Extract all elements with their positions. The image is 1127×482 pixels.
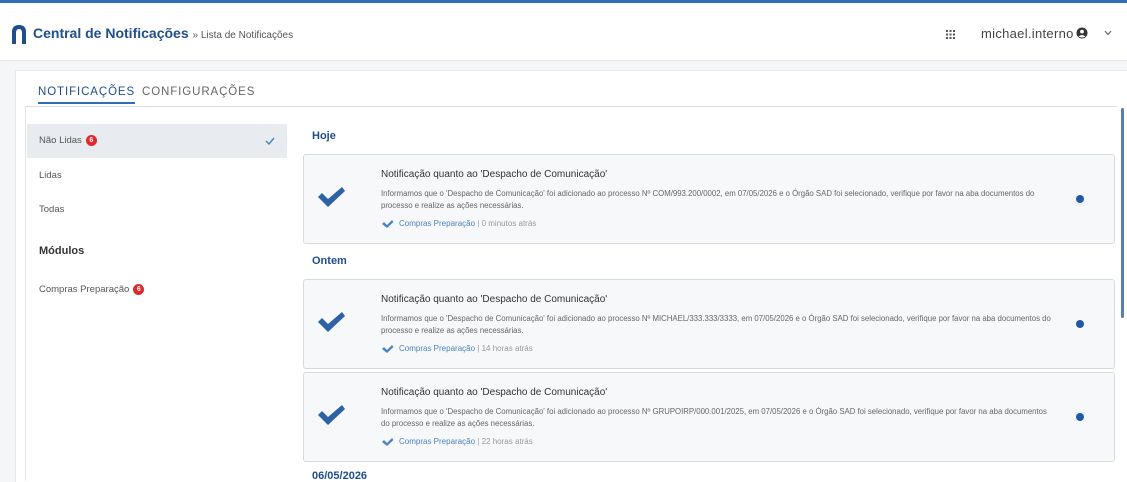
notification-module[interactable]: Compras Preparação: [399, 344, 475, 353]
unread-dot[interactable]: [1076, 413, 1084, 421]
notification-meta: Compras Preparação | 0 minutos atrás: [381, 219, 536, 229]
sidebar-item-label: Compras Preparação: [39, 284, 130, 296]
check-icon: [318, 405, 345, 425]
date-group-heading: 06/05/2026: [312, 470, 368, 482]
app-title[interactable]: Central de Notificações » Lista de Notif…: [33, 25, 293, 41]
check-icon: [318, 312, 345, 332]
filter-sidebar: Não Lidas 6 Lidas Todas Módulos Compras P…: [25, 107, 289, 481]
notification-body: Informamos que o 'Despacho de Comunicaçã…: [381, 407, 1047, 428]
notification-title: Notificação quanto ao 'Despacho de Comun…: [381, 169, 608, 180]
notification-card[interactable]: Notificação quanto ao 'Despacho de Comun…: [303, 372, 1115, 462]
sidebar-item-label: Não Lidas: [39, 135, 82, 147]
date-group-heading: Hoje: [312, 130, 336, 142]
date-group-heading: Ontem: [312, 255, 347, 267]
notification-meta: Compras Preparação | 14 horas atrás: [381, 344, 533, 354]
app-header: Central de Notificações » Lista de Notif…: [0, 3, 1127, 61]
apps-grid-icon[interactable]: [946, 30, 955, 39]
sidebar-item-label: Lidas: [39, 170, 62, 181]
app-logo-icon: [12, 25, 26, 44]
notification-module[interactable]: Compras Preparação: [399, 437, 475, 446]
username[interactable]: michael.interno: [981, 26, 1074, 41]
unread-dot[interactable]: [1076, 320, 1084, 328]
check-icon: [382, 220, 394, 228]
sidebar-item-compras-preparacao[interactable]: Compras Preparação 6: [27, 273, 287, 307]
unread-count-badge: 6: [85, 135, 97, 146]
check-icon: [318, 187, 345, 207]
notification-body: Informamos que o 'Despacho de Comunicaçã…: [381, 314, 1051, 335]
scrollbar[interactable]: [1121, 108, 1124, 318]
notification-time: | 22 horas atrás: [477, 437, 533, 447]
sidebar-item-label: Todas: [39, 204, 65, 215]
notification-list: Hoje Notificação quanto ao 'Despacho de …: [302, 107, 1116, 482]
module-count-badge: 6: [133, 284, 145, 295]
app-title-text[interactable]: Central de Notificações: [33, 25, 189, 41]
user-circle-icon[interactable]: [1076, 27, 1088, 39]
sidebar-item-nao-lidas[interactable]: Não Lidas 6: [27, 124, 287, 158]
notification-time: | 0 minutos atrás: [477, 219, 537, 229]
tab-notificacoes[interactable]: NOTIFICAÇÕES: [38, 86, 136, 104]
unread-dot[interactable]: [1076, 195, 1084, 203]
sidebar-item-todas[interactable]: Todas: [27, 193, 287, 227]
sidebar-item-lidas[interactable]: Lidas: [27, 159, 287, 193]
notification-title: Notificação quanto ao 'Despacho de Comun…: [381, 294, 608, 305]
notification-time: | 14 horas atrás: [477, 344, 533, 354]
tab-configuracoes[interactable]: CONFIGURAÇÕES: [142, 86, 255, 98]
notification-module[interactable]: Compras Preparação: [399, 219, 475, 228]
check-icon: [382, 345, 394, 353]
check-icon: [265, 137, 275, 145]
modules-heading: Módulos: [39, 245, 85, 257]
notification-body: Informamos que o 'Despacho de Comunicaçã…: [381, 189, 1035, 210]
chevron-down-icon[interactable]: [1104, 30, 1112, 36]
breadcrumb: » Lista de Notificações: [192, 30, 294, 41]
notification-card[interactable]: Notificação quanto ao 'Despacho de Comun…: [303, 279, 1115, 369]
notification-meta: Compras Preparação | 22 horas atrás: [381, 437, 533, 447]
notification-card[interactable]: Notificação quanto ao 'Despacho de Comun…: [303, 154, 1115, 244]
notification-title: Notificação quanto ao 'Despacho de Comun…: [381, 387, 608, 398]
check-icon: [382, 438, 394, 446]
